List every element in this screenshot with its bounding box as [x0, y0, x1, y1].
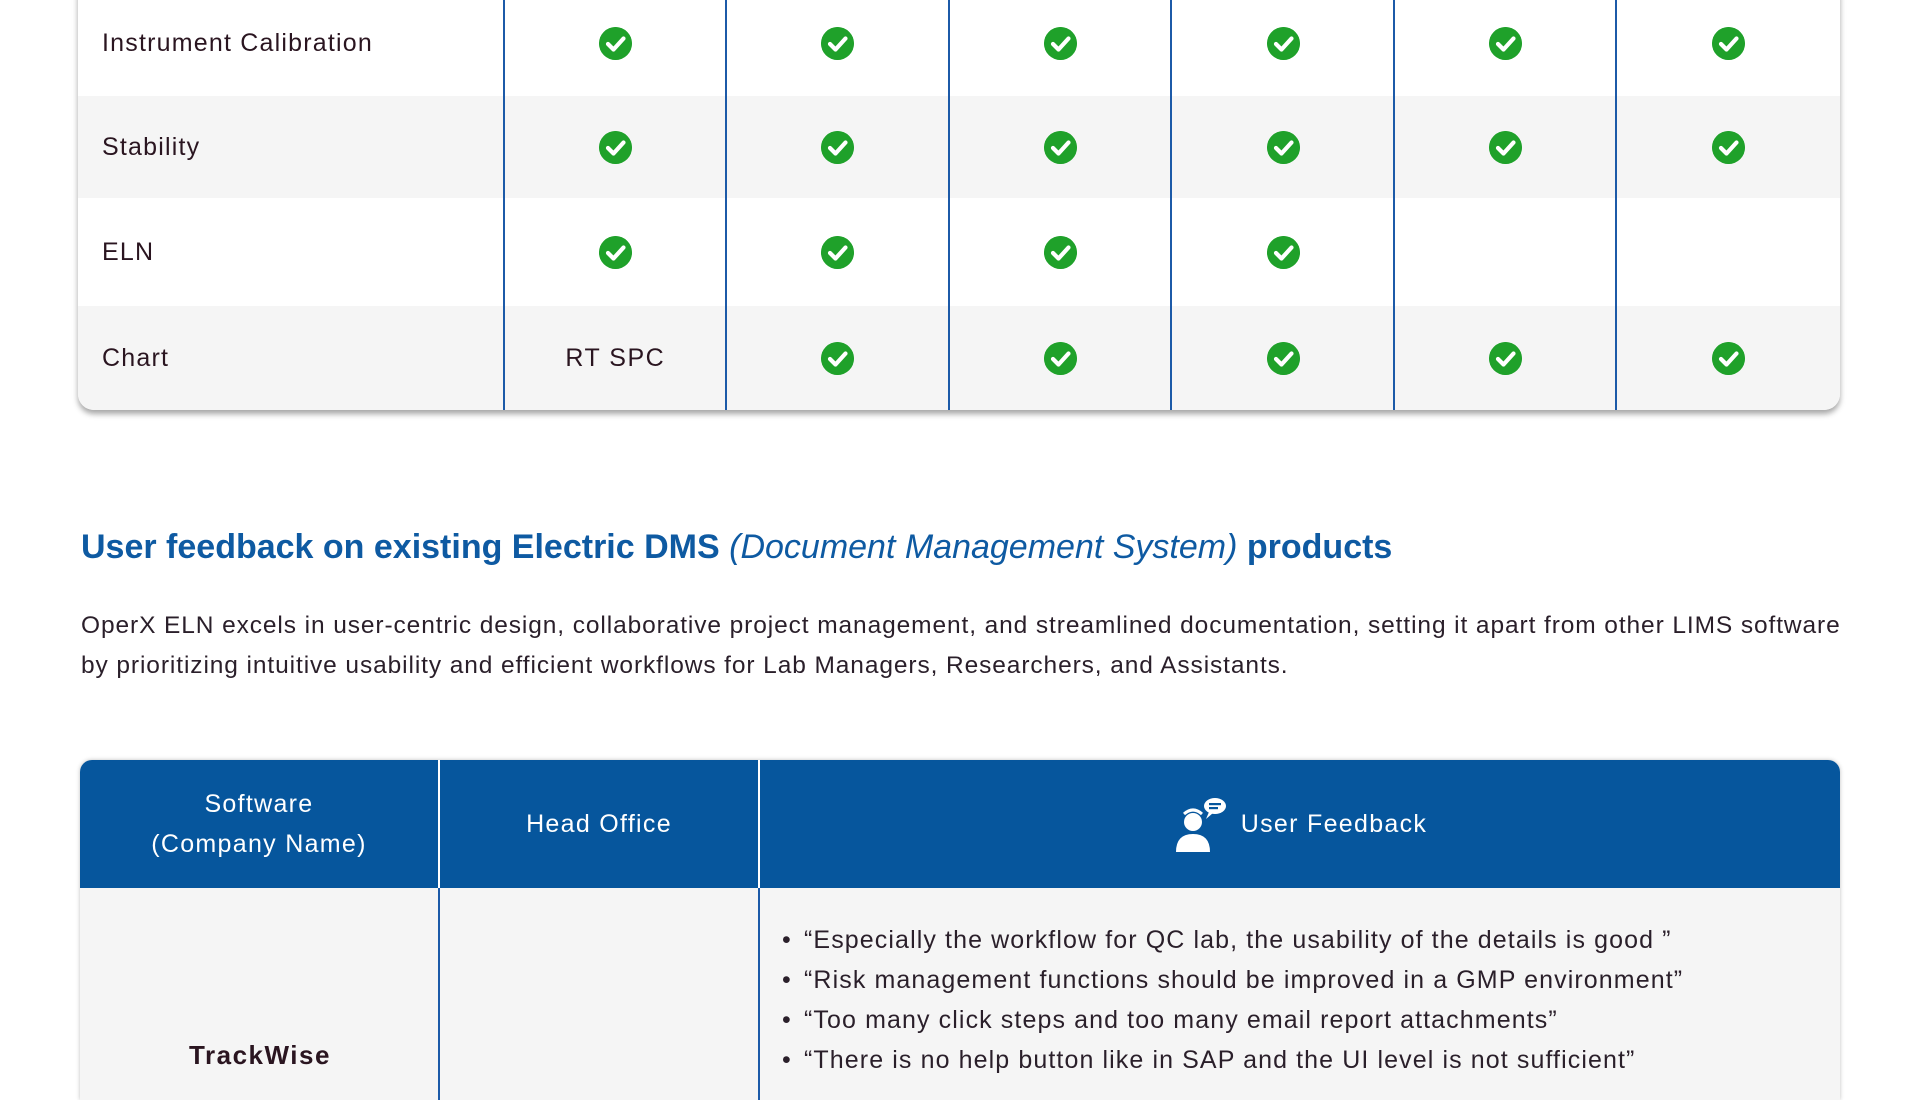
column-divider [758, 888, 760, 1100]
cell-check [1617, 306, 1840, 410]
table-row: Chart RT SPC [78, 306, 1840, 410]
column-divider [1393, 0, 1395, 410]
cell-check [949, 198, 1172, 306]
feedback-table-header: Software (Company Name) Head Office User… [80, 760, 1840, 888]
header-head-office: Head Office [440, 760, 758, 888]
check-circle-icon [1489, 341, 1523, 375]
cell-check [1172, 96, 1395, 198]
check-circle-icon [821, 341, 855, 375]
cell-check [1172, 0, 1395, 96]
cell-check [504, 198, 727, 306]
check-circle-icon [1043, 26, 1077, 60]
cell-check [1394, 306, 1617, 410]
section-description: OperX ELN excels in user-centric design,… [81, 612, 1841, 679]
check-circle-icon [821, 130, 855, 164]
table-row: ELN [78, 198, 1840, 306]
header-user-feedback-label: User Feedback [1240, 810, 1428, 838]
check-circle-icon [1266, 130, 1300, 164]
cell-check [727, 306, 950, 410]
cell-check [949, 96, 1172, 198]
check-circle-icon [1043, 341, 1077, 375]
check-circle-icon [1489, 26, 1523, 60]
user-speech-icon [1175, 798, 1226, 852]
check-circle-icon [1711, 130, 1745, 164]
check-circle-icon [1043, 235, 1077, 269]
check-circle-icon [598, 235, 632, 269]
check-circle-icon [598, 130, 632, 164]
check-circle-icon [1489, 130, 1523, 164]
section-title-end: products [1246, 528, 1393, 566]
cell-check [949, 306, 1172, 410]
cell-check [727, 0, 950, 96]
check-circle-icon [1711, 26, 1745, 60]
check-circle-icon [1266, 341, 1300, 375]
check-circle-icon [821, 235, 855, 269]
column-divider [1170, 0, 1172, 410]
cell-empty [1394, 198, 1617, 306]
check-circle-icon [1266, 235, 1300, 269]
check-circle-icon [1711, 341, 1745, 375]
table-row: Stability [78, 96, 1840, 198]
cell-check [727, 96, 950, 198]
column-divider [725, 0, 727, 410]
check-circle-icon [821, 26, 855, 60]
cell-check [504, 96, 727, 198]
cell-check [1394, 0, 1617, 96]
section-title-italic: (Document Management System) [729, 528, 1238, 566]
header-software: Software (Company Name) [80, 760, 438, 888]
cell-check [1394, 96, 1617, 198]
check-circle-icon [1043, 130, 1077, 164]
column-divider [1615, 0, 1617, 410]
section-title: User feedback on existing Electric DMS (… [81, 528, 1392, 567]
feedback-item: “Especially the workflow for QC lab, the… [782, 920, 1683, 960]
row-label: Instrument Calibration [102, 28, 373, 57]
cell-check [1617, 96, 1840, 198]
header-head-office-label: Head Office [526, 810, 672, 838]
feedback-item: “There is no help button like in SAP and… [782, 1040, 1683, 1080]
comparison-table: Instrument Calibration Stability ELN Cha… [78, 0, 1840, 410]
row-label: ELN [102, 237, 155, 266]
cell-check [949, 0, 1172, 96]
table-row: Instrument Calibration [78, 0, 1840, 96]
cell-check [504, 0, 727, 96]
header-software-name: Software [204, 790, 314, 818]
cell-text: RT SPC [565, 343, 666, 372]
check-circle-icon [1266, 26, 1300, 60]
company-name: TrackWise [189, 1040, 331, 1070]
feedback-item: “Risk management functions should be imp… [782, 960, 1683, 1000]
header-company-name: (Company Name) [151, 830, 367, 858]
cell-check [1172, 306, 1395, 410]
cell-check [1617, 0, 1840, 96]
row-label: Chart [102, 343, 170, 372]
column-divider [503, 0, 505, 410]
column-divider [948, 0, 950, 410]
feedback-item: “Too many click steps and too many email… [782, 1000, 1683, 1040]
cell-check [727, 198, 950, 306]
section-title-main: User feedback on existing Electric DMS [81, 528, 720, 566]
cell-empty [1617, 198, 1840, 306]
check-circle-icon [598, 26, 632, 60]
cell-check [1172, 198, 1395, 306]
header-user-feedback: User Feedback [760, 760, 1840, 888]
feedback-list: “Especially the workflow for QC lab, the… [782, 920, 1683, 1080]
row-label: Stability [102, 132, 201, 161]
